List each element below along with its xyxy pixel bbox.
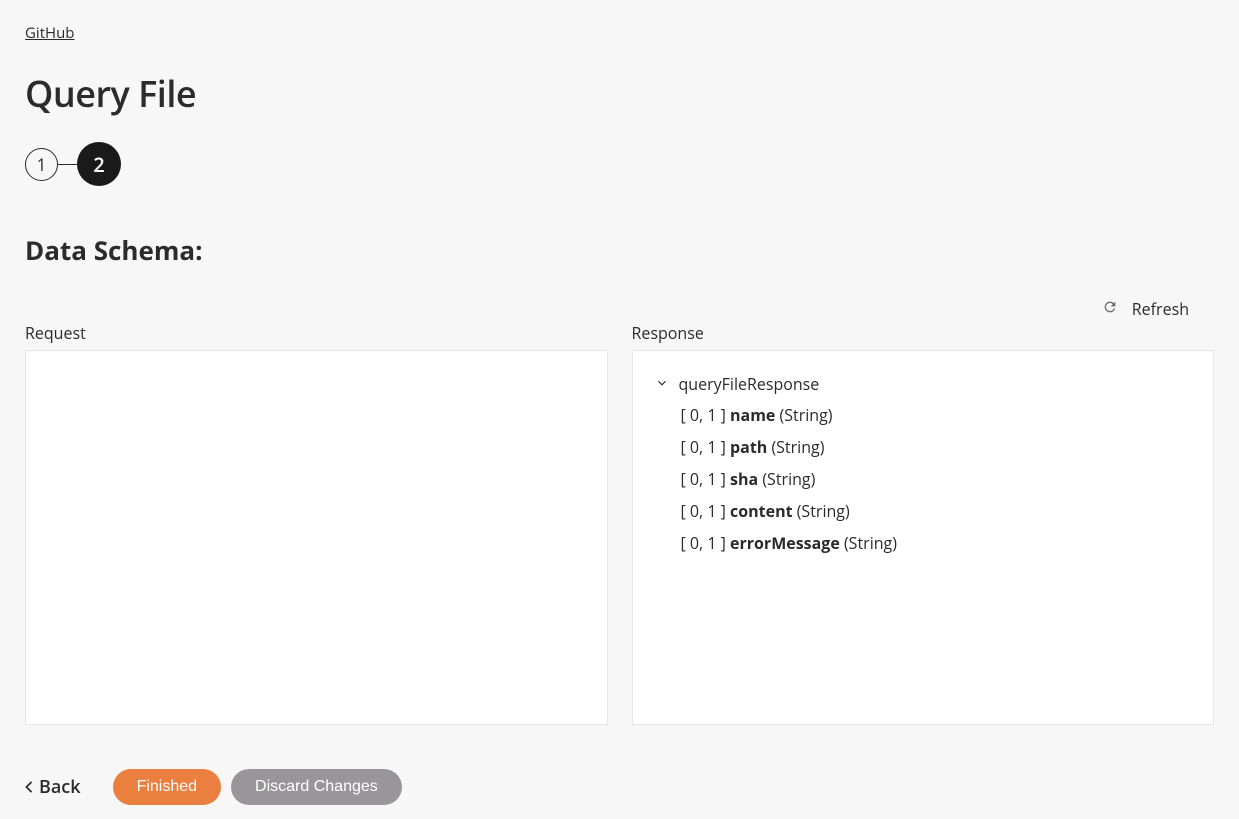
tree-field[interactable]: [ 0, 1 ] sha (String) [681, 463, 1192, 495]
tree-field[interactable]: [ 0, 1 ] name (String) [681, 399, 1192, 431]
tree-node-root[interactable]: queryFileResponse [655, 369, 1192, 399]
request-panel[interactable] [25, 350, 608, 725]
field-name: name [730, 404, 775, 426]
chevron-left-icon [25, 775, 33, 799]
breadcrumb-link-github[interactable]: GitHub [25, 23, 74, 43]
field-name: sha [730, 468, 758, 490]
field-prefix: [ 0, 1 ] [681, 436, 731, 458]
field-type: (String) [758, 468, 815, 490]
refresh-icon [1102, 298, 1118, 320]
tree-field[interactable]: [ 0, 1 ] errorMessage (String) [681, 527, 1192, 559]
field-type: (String) [775, 404, 832, 426]
field-name: path [730, 436, 767, 458]
field-prefix: [ 0, 1 ] [681, 532, 731, 554]
field-prefix: [ 0, 1 ] [681, 404, 731, 426]
step-connector [58, 164, 77, 165]
response-panel[interactable]: queryFileResponse [ 0, 1 ] name (String)… [632, 350, 1215, 725]
back-button[interactable]: Back [25, 775, 81, 799]
field-type: (String) [767, 436, 824, 458]
field-type: (String) [793, 500, 850, 522]
refresh-label: Refresh [1132, 298, 1189, 320]
tree-field[interactable]: [ 0, 1 ] path (String) [681, 431, 1192, 463]
page-title: Query File [25, 69, 1214, 118]
finished-button[interactable]: Finished [113, 769, 221, 805]
step-2[interactable]: 2 [77, 142, 121, 186]
field-type: (String) [840, 532, 897, 554]
back-label: Back [39, 775, 81, 799]
tree-field[interactable]: [ 0, 1 ] content (String) [681, 495, 1192, 527]
section-title-schema: Data Schema: [25, 232, 1214, 268]
field-name: errorMessage [730, 532, 840, 554]
stepper: 1 2 [25, 142, 1214, 186]
field-prefix: [ 0, 1 ] [681, 500, 731, 522]
field-name: content [730, 500, 793, 522]
request-panel-label: Request [25, 322, 608, 344]
tree-root-label: queryFileResponse [679, 373, 820, 395]
chevron-down-icon [655, 373, 669, 395]
refresh-button[interactable]: Refresh [25, 298, 1214, 320]
discard-button[interactable]: Discard Changes [231, 769, 402, 805]
response-panel-label: Response [632, 322, 1215, 344]
step-1[interactable]: 1 [25, 148, 58, 181]
field-prefix: [ 0, 1 ] [681, 468, 731, 490]
